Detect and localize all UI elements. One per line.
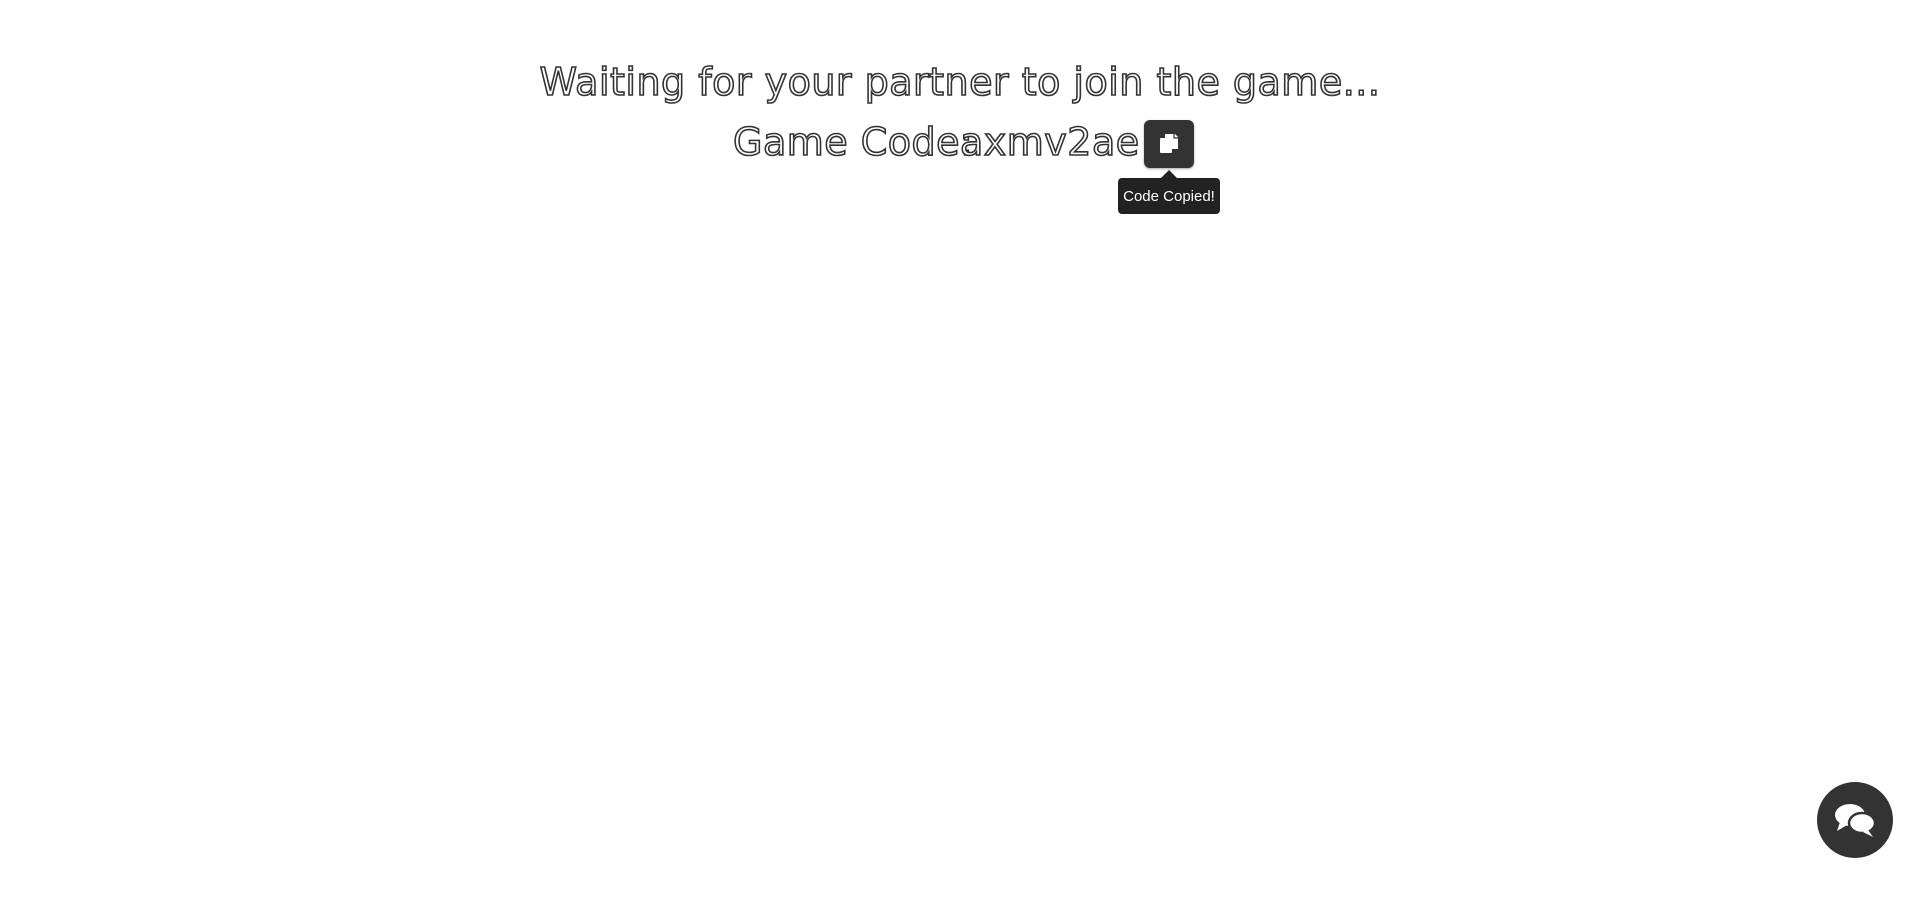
tooltip-arrow [1161,170,1177,178]
code-copied-tooltip: Code Copied! [1118,178,1220,214]
game-code-label: Game Code: [732,119,974,165]
chat-bubbles-icon [1835,804,1877,837]
waiting-room: Waiting for your partner to join the gam… [0,0,1920,902]
game-code-value: axmv2ae [959,119,1140,165]
chat-button[interactable] [1817,782,1893,858]
waiting-message: Waiting for your partner to join the gam… [539,59,1381,105]
copy-code-button[interactable] [1144,120,1194,168]
copy-icon [1160,134,1178,153]
game-code-row: Game Code: axmv2ae [0,118,1920,174]
